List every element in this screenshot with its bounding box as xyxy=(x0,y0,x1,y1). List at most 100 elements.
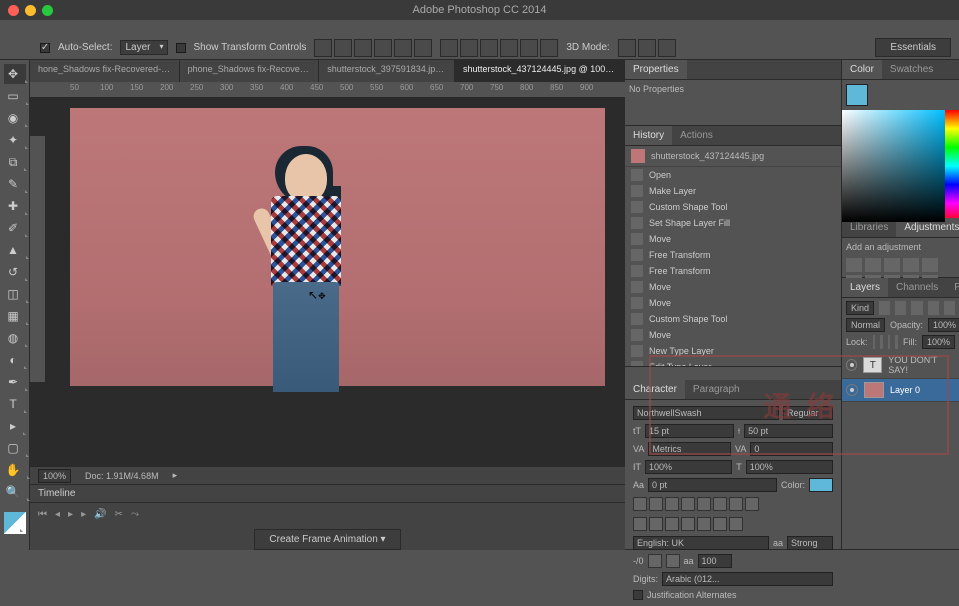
baseline-field[interactable]: 0 pt xyxy=(648,478,777,492)
italic-icon[interactable] xyxy=(649,497,663,511)
adjustment-icon[interactable] xyxy=(903,258,919,272)
opentype-icon[interactable] xyxy=(697,517,711,531)
fill-field[interactable]: 100% xyxy=(922,335,955,349)
color-swatch[interactable] xyxy=(846,84,868,106)
filter-icon[interactable] xyxy=(879,301,890,315)
history-snapshot[interactable]: shutterstock_437124445.jpg xyxy=(625,146,841,167)
layer-row[interactable]: T YOU DON'T SAY! xyxy=(842,352,959,379)
type-tool[interactable]: T xyxy=(4,394,26,414)
minimize-window-icon[interactable] xyxy=(25,5,36,16)
create-frame-animation-button[interactable]: Create Frame Animation ▾ xyxy=(254,529,400,550)
opentype-icon[interactable] xyxy=(633,517,647,531)
eyedropper-tool[interactable]: ✎ xyxy=(4,174,26,194)
lasso-tool[interactable]: ◉ xyxy=(4,108,26,128)
subscript-icon[interactable] xyxy=(713,497,727,511)
audio-icon[interactable]: 🔊 xyxy=(94,509,106,520)
adjustment-icon[interactable] xyxy=(846,258,862,272)
clone-stamp-tool[interactable]: ▲ xyxy=(4,240,26,260)
path-select-tool[interactable]: ▸ xyxy=(4,416,26,436)
history-step[interactable]: Move xyxy=(625,295,841,311)
auto-select-target-select[interactable]: Layer xyxy=(120,40,167,55)
history-step[interactable]: Free Transform xyxy=(625,263,841,279)
tab-properties[interactable]: Properties xyxy=(625,60,687,79)
adjustment-icon[interactable] xyxy=(884,258,900,272)
diacritic-field[interactable]: 100 xyxy=(698,554,732,568)
opentype-icon[interactable] xyxy=(729,517,743,531)
document-tab-active[interactable]: shutterstock_437124445.jpg @ 100% (Layer… xyxy=(455,60,625,82)
history-step[interactable]: Set Shape Layer Fill xyxy=(625,215,841,231)
history-step[interactable]: Custom Shape Tool xyxy=(625,311,841,327)
adjustment-icon[interactable] xyxy=(922,258,938,272)
align-icon[interactable] xyxy=(314,39,332,57)
3d-icon[interactable] xyxy=(638,39,656,57)
tab-channels[interactable]: Channels xyxy=(888,278,946,297)
distribute-icon[interactable] xyxy=(540,39,558,57)
align-icon[interactable] xyxy=(374,39,392,57)
history-step[interactable]: Move xyxy=(625,231,841,247)
opentype-icon[interactable] xyxy=(649,517,663,531)
font-size-field[interactable]: 15 pt xyxy=(645,424,734,438)
vscale-field[interactable]: 100% xyxy=(645,460,732,474)
eraser-tool[interactable]: ◫ xyxy=(4,284,26,304)
workspace-switcher[interactable]: Essentials xyxy=(875,38,951,57)
adjustment-icon[interactable] xyxy=(865,258,881,272)
visibility-icon[interactable] xyxy=(846,384,858,396)
magic-wand-tool[interactable]: ✦ xyxy=(4,130,26,150)
hand-tool[interactable]: ✋ xyxy=(4,460,26,480)
doc-info[interactable]: Doc: 1.91M/4.68M xyxy=(85,471,159,481)
history-step[interactable]: Free Transform xyxy=(625,247,841,263)
gradient-tool[interactable]: ▦ xyxy=(4,306,26,326)
close-window-icon[interactable] xyxy=(8,5,19,16)
tab-history[interactable]: History xyxy=(625,126,672,145)
antialias-select[interactable]: Strong xyxy=(787,536,833,550)
history-step[interactable]: Custom Shape Tool xyxy=(625,199,841,215)
bold-icon[interactable] xyxy=(633,497,647,511)
transition-icon[interactable]: ⤳ xyxy=(131,509,139,520)
lock-icon[interactable] xyxy=(895,335,898,349)
history-step[interactable]: Edit Type Layer xyxy=(625,359,841,366)
filter-icon[interactable] xyxy=(944,301,955,315)
history-step[interactable]: Open xyxy=(625,167,841,183)
hscale-field[interactable]: 100% xyxy=(746,460,833,474)
3d-icon[interactable] xyxy=(618,39,636,57)
history-step[interactable]: Make Layer xyxy=(625,183,841,199)
play-icon[interactable]: ▸ xyxy=(68,509,73,520)
lock-icon[interactable] xyxy=(880,335,883,349)
direction-icon[interactable] xyxy=(648,554,662,568)
font-family-select[interactable]: NorthwellSwash xyxy=(633,406,779,420)
font-style-select[interactable]: Regular xyxy=(783,406,833,420)
scissors-icon[interactable]: ✂ xyxy=(115,509,123,520)
distribute-icon[interactable] xyxy=(500,39,518,57)
next-frame-icon[interactable]: ▸ xyxy=(81,509,86,520)
document-tab[interactable]: hone_Shadows fix-Recovered-Recovered.psd… xyxy=(30,60,180,82)
lock-icon[interactable] xyxy=(888,335,891,349)
zoom-tool[interactable]: 🔍 xyxy=(4,482,26,502)
3d-icon[interactable] xyxy=(658,39,676,57)
blend-mode-select[interactable]: Normal xyxy=(846,318,885,332)
tab-paths[interactable]: Paths xyxy=(946,278,959,297)
digits-select[interactable]: Arabic (012... xyxy=(662,572,833,586)
opentype-icon[interactable] xyxy=(713,517,727,531)
history-step[interactable]: Move xyxy=(625,327,841,343)
visibility-icon[interactable] xyxy=(846,359,857,371)
justification-checkbox[interactable] xyxy=(633,590,643,600)
opentype-icon[interactable] xyxy=(681,517,695,531)
tab-color[interactable]: Color xyxy=(842,60,882,79)
maximize-window-icon[interactable] xyxy=(42,5,53,16)
layer-row-selected[interactable]: Layer 0 xyxy=(842,379,959,402)
shape-tool[interactable]: ▢ xyxy=(4,438,26,458)
history-step[interactable]: Move xyxy=(625,279,841,295)
canvas[interactable]: ↖✥ xyxy=(30,98,625,466)
color-picker[interactable] xyxy=(842,110,945,222)
align-icon[interactable] xyxy=(354,39,372,57)
distribute-icon[interactable] xyxy=(520,39,538,57)
history-step[interactable]: New Type Layer xyxy=(625,343,841,359)
move-tool[interactable]: ✥ xyxy=(4,64,26,84)
underline-icon[interactable] xyxy=(729,497,743,511)
zoom-level[interactable]: 100% xyxy=(38,469,71,483)
kerning-select[interactable]: Metrics xyxy=(648,442,731,456)
auto-select-checkbox[interactable]: ✓ xyxy=(40,43,50,53)
smallcaps-icon[interactable] xyxy=(681,497,695,511)
document-tab[interactable]: phone_Shadows fix-Recovered.psd @ 8...× xyxy=(180,60,320,82)
brush-tool[interactable]: ✐ xyxy=(4,218,26,238)
